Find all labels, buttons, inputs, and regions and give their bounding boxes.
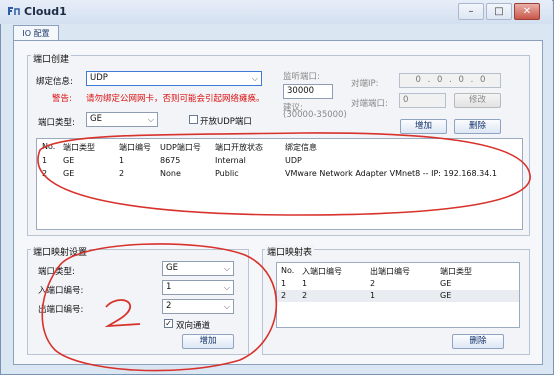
tab-io-config[interactable]: IO 配置 (13, 25, 59, 41)
peer-ip-input[interactable]: 0 . 0 . 0 . 0 (399, 73, 501, 88)
in-port-value: 1 (166, 282, 172, 292)
window-title: Cloud1 (24, 5, 67, 18)
cell-port-type: GE (440, 291, 452, 300)
cell-bind-info: VMware Network Adapter VMnet8 -- IP: 192… (285, 169, 497, 178)
chevron-down-icon: ⌵ (223, 264, 230, 273)
table-row[interactable]: 2 GE 2 None Public VMware Network Adapte… (37, 168, 522, 181)
warning-label: 警告: (52, 94, 72, 104)
port-map-table-title: 端口映射表 (265, 245, 315, 258)
map-port-type-select[interactable]: GE ⌵ (162, 261, 234, 276)
warning-text: 请勿绑定公网网卡，否则可能会引起网络瘫痪。 (86, 94, 265, 104)
col-header-bind-info: 绑定信息 (285, 143, 317, 152)
map-port-type-label: 端口类型: (38, 267, 75, 277)
cell-open-status: Internal (215, 156, 246, 165)
cell-bind-info: UDP (285, 156, 302, 165)
port-table: No. 端口类型 端口编号 UDP端口号 端口开放状态 绑定信息 1 GE 1 … (36, 138, 523, 230)
cell-in-port: 1 (302, 279, 308, 288)
open-udp-label: 开放UDP端口 (200, 117, 252, 127)
table-row[interactable]: 2 2 1 GE (277, 290, 519, 302)
col-header-port-type: 端口类型 (440, 267, 472, 276)
table-row[interactable]: 1 1 2 GE (277, 278, 519, 290)
map-port-type-value: GE (166, 263, 178, 273)
col-header-port-number: 端口编号 (119, 143, 151, 152)
maximize-button[interactable]: □ (486, 3, 512, 20)
listen-port-input[interactable]: 30000 (283, 84, 333, 99)
minimize-button[interactable]: – (458, 3, 484, 20)
bind-info-label: 绑定信息: (36, 77, 73, 87)
cell-out-port: 2 (370, 279, 376, 288)
cell-port-number: 2 (119, 169, 125, 178)
suggest-value: (30000-35000) (283, 110, 347, 120)
col-header-open-status: 端口开放状态 (215, 143, 263, 152)
port-type-value: GE (90, 114, 102, 124)
col-header-out-port: 出端口编号 (370, 267, 410, 276)
chevron-down-icon: ⌵ (251, 74, 258, 83)
listen-port-label: 监听端口: (283, 72, 320, 82)
bidirectional-label: 双向通道 (176, 321, 211, 331)
add-mapping-button[interactable]: 增加 (182, 334, 234, 349)
out-port-select[interactable]: 2 ⌵ (162, 299, 234, 314)
delete-port-button[interactable]: 删除 (454, 119, 501, 134)
bidirectional-checkbox[interactable]: ✓ (164, 319, 173, 328)
peer-port-label: 对端端口: (351, 99, 388, 109)
cell-no: 2 (42, 169, 48, 178)
col-header-udp-port: UDP端口号 (160, 143, 201, 152)
port-create-title: 端口创建 (31, 52, 72, 65)
chevron-down-icon: ⌵ (147, 115, 154, 124)
cell-no: 2 (281, 291, 287, 300)
delete-mapping-button[interactable]: 删除 (452, 334, 504, 349)
port-type-select[interactable]: GE ⌵ (86, 112, 158, 127)
cell-port-number: 1 (119, 156, 125, 165)
bind-info-select[interactable]: UDP ⌵ (86, 71, 262, 86)
port-map-table: No. 入端口编号 出端口编号 端口类型 1 1 2 GE 2 2 1 GE (276, 262, 520, 328)
cell-port-type: GE (63, 156, 75, 165)
col-header-no: No. (42, 142, 56, 151)
cell-no: 1 (281, 279, 287, 288)
col-header-no: No. (281, 266, 295, 275)
cell-out-port: 1 (370, 291, 376, 300)
cell-udp-port: None (160, 169, 181, 178)
peer-ip-label: 对端IP: (351, 79, 379, 89)
cell-udp-port: 8675 (160, 156, 181, 165)
bind-info-value: UDP (90, 73, 108, 83)
cell-no: 1 (42, 156, 48, 165)
close-button[interactable]: ✕ (514, 3, 540, 20)
add-port-button[interactable]: 增加 (400, 119, 447, 134)
peer-port-input[interactable]: 0 (399, 93, 446, 108)
open-udp-checkbox[interactable] (189, 115, 198, 124)
out-port-label: 出端口编号: (38, 305, 84, 315)
in-port-label: 入端口编号: (38, 286, 84, 296)
cell-open-status: Public (215, 169, 239, 178)
chevron-down-icon: ⌵ (223, 302, 230, 311)
cell-in-port: 2 (302, 291, 308, 300)
table-row[interactable]: 1 GE 1 8675 Internal UDP (37, 155, 522, 168)
col-header-in-port: 入端口编号 (302, 267, 342, 276)
out-port-value: 2 (166, 301, 172, 311)
cloud-app-icon (8, 7, 20, 15)
in-port-select[interactable]: 1 ⌵ (162, 280, 234, 295)
chevron-down-icon: ⌵ (223, 283, 230, 292)
port-map-setting-title: 端口映射设置 (31, 245, 90, 258)
cell-port-type: GE (63, 169, 75, 178)
port-type-label: 端口类型: (38, 118, 75, 128)
col-header-port-type: 端口类型 (63, 143, 95, 152)
modify-button[interactable]: 修改 (454, 93, 501, 108)
cell-port-type: GE (440, 279, 452, 288)
